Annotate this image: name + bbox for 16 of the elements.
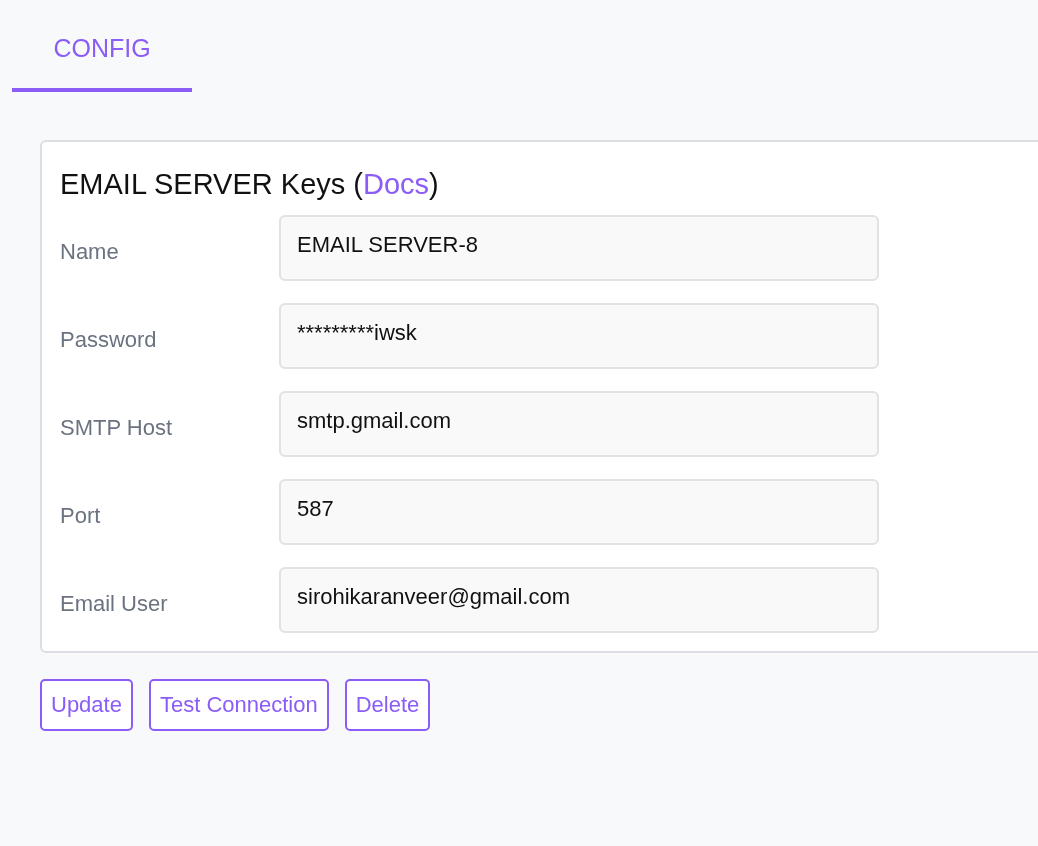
- field-label: Password: [60, 326, 158, 353]
- docs-link[interactable]: Docs: [363, 168, 430, 200]
- input-field[interactable]: EMAIL SERVER-8: [279, 215, 879, 281]
- field-label: Email User: [60, 590, 169, 617]
- card-title: EMAIL SERVER Keys (Docs): [60, 168, 440, 201]
- input-field[interactable]: smtp.gmail.com: [279, 391, 879, 457]
- action-button[interactable]: Delete: [344, 679, 431, 731]
- input-field[interactable]: *********iwsk: [279, 303, 879, 369]
- field-label: Name: [60, 238, 120, 265]
- config-tab[interactable]: CONFIG: [12, 20, 192, 92]
- action-button[interactable]: Test Connection: [148, 679, 329, 731]
- field-label: SMTP Host: [60, 414, 174, 441]
- action-button[interactable]: Update: [40, 679, 133, 731]
- input-field[interactable]: 587: [279, 479, 879, 545]
- field-label: Port: [60, 502, 102, 529]
- input-field[interactable]: sirohikaranveer@gmail.com: [279, 567, 879, 633]
